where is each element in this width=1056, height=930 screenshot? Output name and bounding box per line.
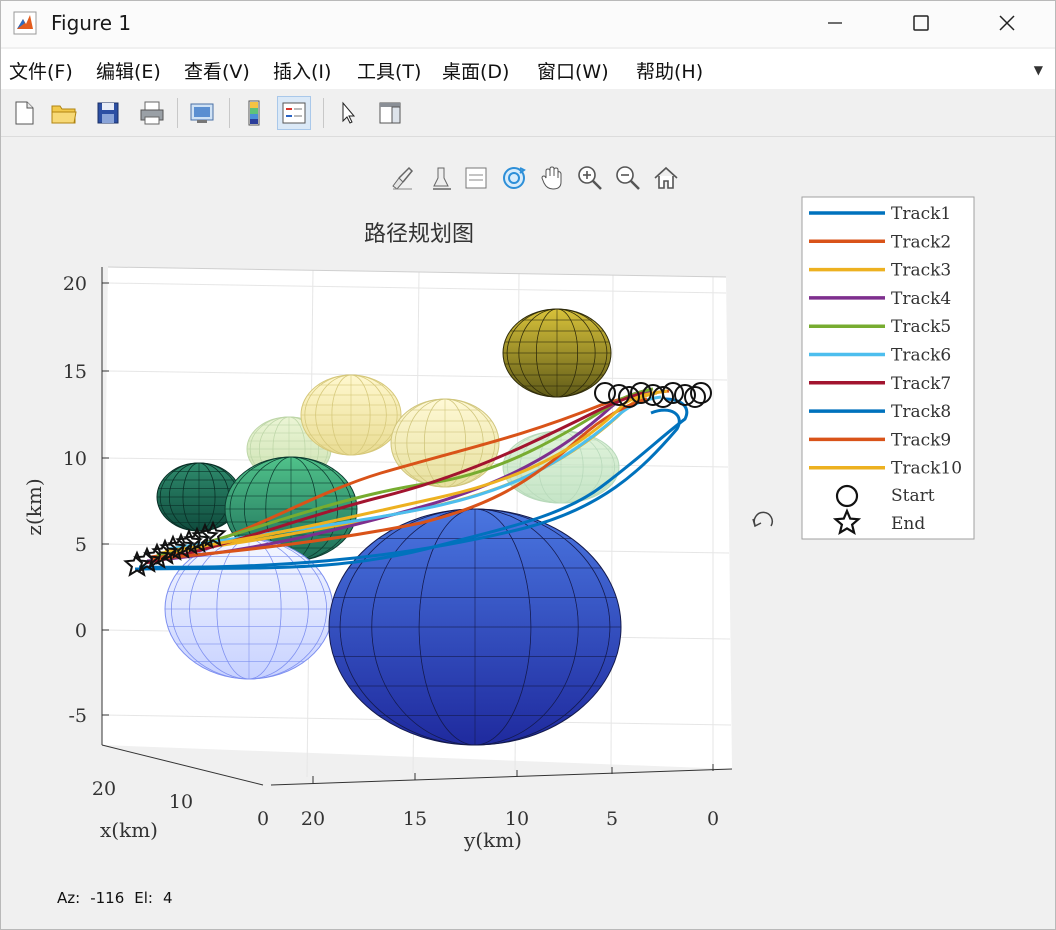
- y-tick-label: 10: [505, 808, 529, 830]
- menu-item-3[interactable]: 插入(I): [273, 57, 331, 84]
- maximize-icon: [913, 15, 929, 31]
- legend-label: Track4: [891, 289, 951, 309]
- maximize-button[interactable]: [893, 5, 949, 41]
- title-bar[interactable]: Figure 1: [1, 1, 1055, 47]
- menubar-overflow-icon[interactable]: ▼: [1034, 63, 1043, 77]
- z-tick-label: 10: [63, 448, 87, 470]
- elevation-value: 4: [162, 889, 173, 907]
- legend-label: End: [891, 514, 925, 534]
- y-tick-label: 5: [606, 808, 618, 830]
- x-tick-label: 0: [257, 808, 269, 830]
- property-inspector-button[interactable]: [373, 96, 407, 130]
- window-title: Figure 1: [51, 11, 132, 35]
- sphere-cream-right: [390, 398, 500, 488]
- close-button[interactable]: [979, 5, 1035, 41]
- print-button[interactable]: [135, 96, 169, 130]
- edit-plot-button[interactable]: [331, 96, 365, 130]
- close-icon: [999, 15, 1015, 31]
- y-axis-label: y(km): [463, 828, 522, 852]
- menu-item-2[interactable]: 查看(V): [184, 57, 250, 84]
- y-tick-label: 0: [707, 808, 719, 830]
- matlab-logo-icon: [13, 11, 37, 35]
- toolbar-separator: [323, 98, 324, 128]
- legend-label: Track5: [891, 317, 951, 337]
- menu-item-5[interactable]: 桌面(D): [442, 57, 509, 84]
- colorbar-icon: [248, 100, 260, 126]
- rotate-cursor-icon: [752, 511, 773, 528]
- open-file-button[interactable]: [47, 96, 81, 130]
- menu-item-6[interactable]: 窗口(W): [537, 57, 609, 84]
- sphere-cream-left: [300, 374, 402, 456]
- z-axis-label: z(km): [22, 478, 46, 535]
- legend-label: Track9: [891, 430, 951, 450]
- y-tick-label: 15: [403, 808, 427, 830]
- legend-label: Track6: [891, 346, 951, 366]
- new-file-icon: [15, 101, 34, 125]
- sphere-wire-light: [164, 538, 334, 680]
- menu-item-0[interactable]: 文件(F): [9, 57, 73, 84]
- menu-item-1[interactable]: 编辑(E): [96, 57, 161, 84]
- open-folder-icon: [51, 105, 77, 124]
- toolbar-separator: [229, 98, 230, 128]
- sphere-large-blue: [328, 508, 622, 746]
- legend-button[interactable]: [277, 96, 311, 130]
- legend-label: Track8: [891, 402, 951, 422]
- path-planning-chart[interactable]: 20 15 10 5 0 -5 20 15 10 5 0 20 10 0 路径规划图 z(km) x(km…: [1, 137, 1055, 877]
- property-inspector-icon: [379, 102, 401, 124]
- menu-item-7[interactable]: 帮助(H): [636, 57, 703, 84]
- x-tick-label: 10: [169, 791, 193, 813]
- z-tick-label: 5: [75, 534, 87, 556]
- minimize-icon: [828, 22, 842, 24]
- legend-icon: [282, 102, 306, 124]
- link-plot-icon: [190, 103, 214, 123]
- legend[interactable]: Track1 Track2 Track3 Track4 Track5 Track6 Trac…: [801, 196, 975, 540]
- menu-bar: ▼ 文件(F) 编辑(E) 查看(V) 插入(I) 工具(T) 桌面(D) 窗口(W) 帮助(…: [1, 49, 1055, 89]
- sphere-mint-back: [502, 430, 620, 504]
- z-tick-label: 15: [63, 361, 87, 383]
- save-icon: [97, 102, 119, 124]
- azimuth-value: -116: [90, 889, 125, 907]
- legend-label: Track1: [891, 204, 951, 224]
- y-tick-label: 20: [301, 808, 325, 830]
- status-readout: Az: -116 El: 4: [57, 889, 183, 907]
- sphere-dark-yellow: [502, 308, 612, 398]
- z-tick-label: -5: [68, 705, 87, 727]
- z-tick-label: 0: [75, 620, 87, 642]
- legend-label: Track7: [891, 374, 951, 394]
- toolbar-separator: [177, 98, 178, 128]
- minimize-button[interactable]: [807, 5, 863, 41]
- figure-toolbar: [1, 90, 1055, 137]
- colorbar-button[interactable]: [237, 96, 271, 130]
- x-axis-label: x(km): [100, 818, 158, 842]
- elevation-label: El:: [134, 889, 153, 907]
- link-plot-button[interactable]: [185, 96, 219, 130]
- menu-item-4[interactable]: 工具(T): [357, 57, 421, 84]
- chart-title: 路径规划图: [364, 222, 474, 247]
- print-icon: [140, 101, 164, 125]
- figure-window: Figure 1 ▼ 文件(F) 编辑(E) 查看(V) 插入(I) 工具(T) 桌面(D…: [0, 0, 1056, 930]
- save-button[interactable]: [91, 96, 125, 130]
- x-tick-label: 20: [92, 778, 116, 800]
- legend-label: Start: [891, 486, 935, 506]
- legend-label: Track3: [891, 261, 951, 281]
- pointer-arrow-icon: [342, 101, 356, 124]
- legend-label: Track2: [891, 232, 951, 252]
- figure-area: 20 15 10 5 0 -5 20 15 10 5 0 20 10 0 路径规划图 z(km) x(km…: [1, 137, 1055, 929]
- azimuth-label: Az:: [57, 889, 81, 907]
- z-tick-label: 20: [63, 273, 87, 295]
- legend-label: Track10: [891, 459, 962, 479]
- new-figure-button[interactable]: [7, 96, 41, 130]
